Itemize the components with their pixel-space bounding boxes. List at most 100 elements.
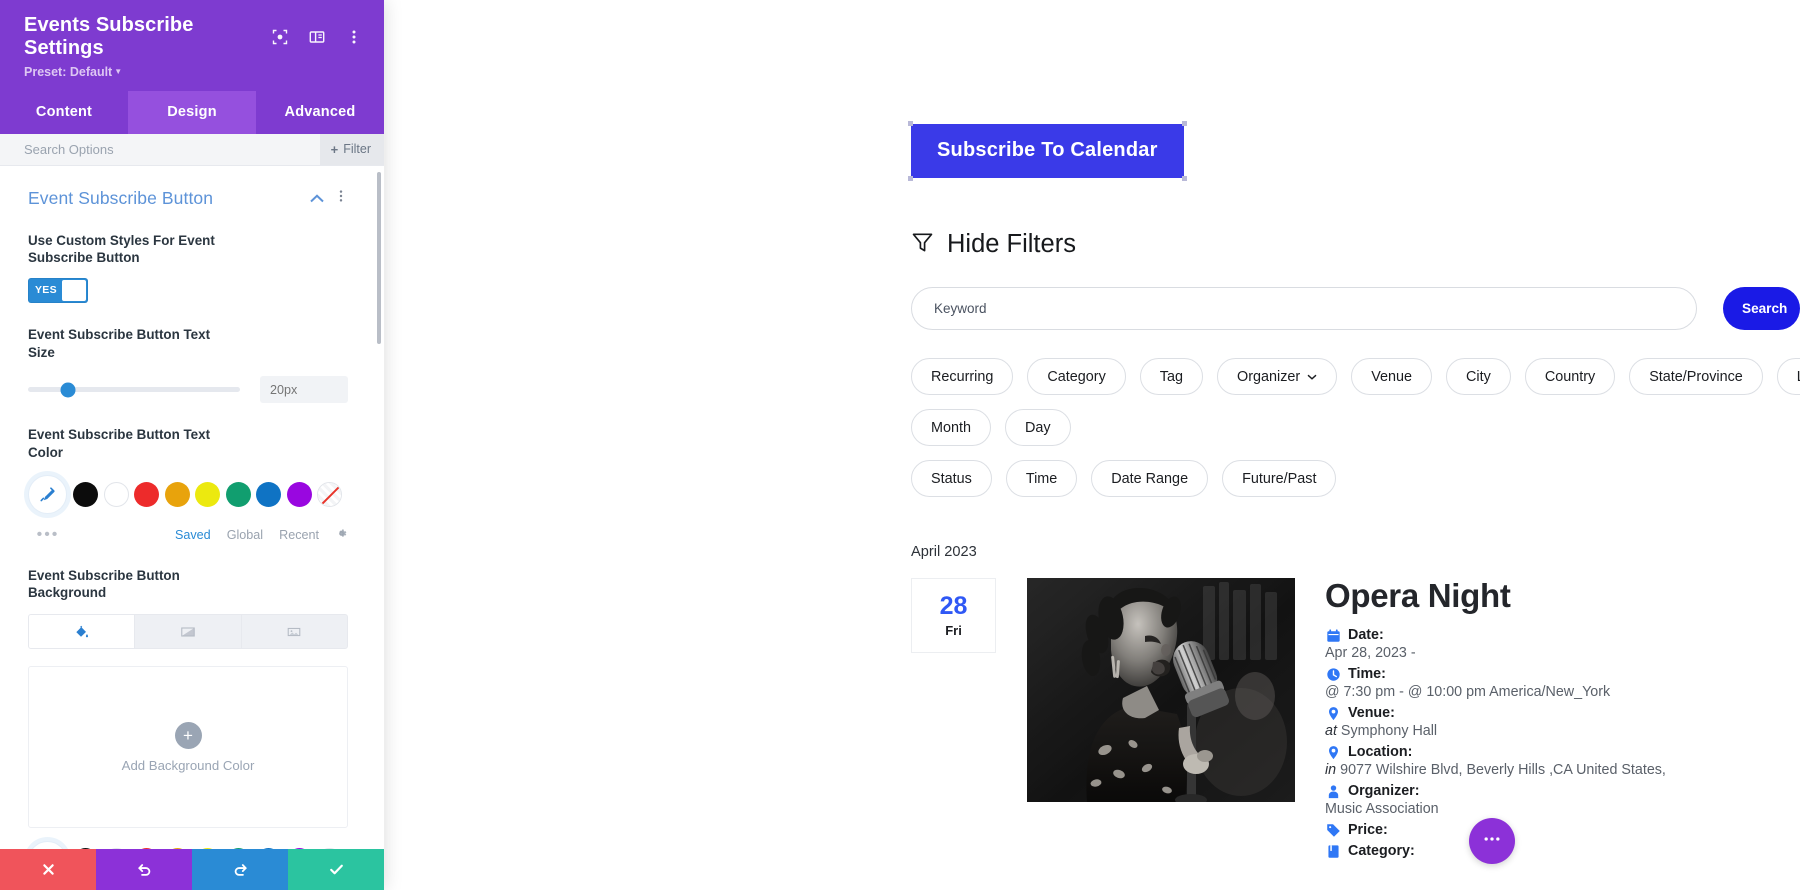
map-pin-icon [1325,705,1341,721]
pill-label: City [1466,368,1491,385]
toggle-knob [61,279,86,301]
swatch-yellow[interactable] [195,848,220,849]
palette-tab-saved[interactable]: Saved [175,528,211,542]
tab-design[interactable]: Design [128,91,256,134]
options-fab[interactable] [1469,818,1515,864]
swatch-transparent[interactable] [317,848,342,849]
selection-handle[interactable] [908,176,913,181]
chevron-down-icon [1307,372,1317,382]
section-menu-icon[interactable] [334,189,348,207]
filter-pill-status[interactable]: Status [911,460,992,497]
pill-label: Future/Past [1242,470,1317,487]
slider-handle[interactable] [60,382,76,398]
selection-handle[interactable] [1181,176,1187,181]
hide-filters-label: Hide Filters [947,230,1076,258]
eyedropper-icon[interactable] [28,474,67,514]
filter-pills-row-1: Recurring Category Tag Organizer Venue C… [911,358,1800,446]
swatch-yellow[interactable] [195,481,220,507]
more-vertical-icon[interactable] [345,29,362,46]
pill-label: Recurring [931,368,994,385]
swatch-orange[interactable] [164,848,190,849]
event-meta-key-venue: Venue: [1325,705,1800,721]
text-size-slider[interactable] [28,382,240,398]
add-background-color-button[interactable]: + Add Background Color [28,666,348,829]
filter-pill-state-province[interactable]: State/Province [1629,358,1763,395]
keyword-input[interactable] [911,287,1697,330]
event-thumbnail[interactable] [1027,578,1295,802]
chevron-up-icon[interactable] [310,192,324,206]
undo-button[interactable] [96,849,192,890]
palette-tab-global[interactable]: Global [227,528,263,542]
filter-pill-category[interactable]: Category [1027,358,1126,395]
swatch-green[interactable] [225,848,251,849]
filter-pill-tag[interactable]: Tag [1139,358,1203,395]
person-icon [1325,783,1341,799]
swatch-red[interactable] [134,848,159,849]
pill-label: Time [1025,470,1058,487]
filter-pill-future-past[interactable]: Future/Past [1222,460,1337,497]
paint-bucket-icon[interactable] [29,615,136,649]
filter-pill-time[interactable]: Time [1005,460,1078,497]
search-button[interactable]: Search [1723,287,1800,330]
palette-tab-recent[interactable]: Recent [279,528,319,542]
hide-filters-toggle[interactable]: Hide Filters [911,230,1800,259]
filter-pill-month[interactable]: Month [911,409,991,446]
tab-content[interactable]: Content [0,91,128,134]
event-list-item: 28 Fri Opera Night Date: Apr 28, 2023 - … [911,577,1800,859]
field-label: Use Custom Styles For Event Subscribe Bu… [28,232,215,266]
pill-label: Category [1047,368,1106,385]
plus-icon: + [330,141,339,157]
swatch-purple[interactable] [286,481,312,507]
selection-handle[interactable] [1181,121,1187,126]
focus-icon[interactable] [271,29,288,46]
palette-more-icon[interactable]: ••• [28,526,68,544]
gradient-icon[interactable] [135,615,242,649]
subscribe-to-calendar-button[interactable]: Subscribe To Calendar [911,124,1184,178]
custom-styles-toggle[interactable]: YES [28,277,88,303]
swatch-black[interactable] [73,848,98,849]
event-meta-value-date: Apr 28, 2023 - [1325,645,1416,662]
layout-columns-icon[interactable] [308,29,325,46]
swatch-transparent[interactable] [317,481,342,507]
selection-handle[interactable] [908,121,913,126]
swatch-blue[interactable] [256,481,281,507]
keyword-search-row: Search [911,287,1800,330]
gear-icon[interactable] [335,527,348,543]
filter-pill-country[interactable]: Country [1524,358,1616,395]
filter-pill-location[interactable]: Location [1776,358,1800,395]
search-input[interactable] [0,134,320,165]
preset-selector[interactable]: Preset: Default ▼ [24,65,362,79]
swatch-blue[interactable] [256,848,281,849]
field-label: Event Subscribe Button Text Size [28,326,211,360]
event-meta-value-organizer: Music Association [1325,801,1439,818]
filter-pill-recurring[interactable]: Recurring [911,358,1014,395]
event-meta-key: Time: [1348,666,1386,683]
swatch-white[interactable] [103,848,129,849]
cancel-button[interactable] [0,849,96,890]
swatch-orange[interactable] [164,481,190,507]
swatch-purple[interactable] [286,848,312,849]
filter-pill-date-range[interactable]: Date Range [1091,460,1209,497]
save-button[interactable] [288,849,384,890]
image-icon[interactable] [242,615,347,648]
swatch-black[interactable] [73,481,98,507]
swatch-green[interactable] [225,481,251,507]
filter-pill-city[interactable]: City [1446,358,1511,395]
event-meta-value-venue: at Symphony Hall [1325,723,1800,739]
field-label: Event Subscribe Button Text Color [28,427,211,461]
pill-label: Date Range [1111,470,1189,487]
event-date-box: 28 Fri [911,578,996,653]
filter-button[interactable]: + Filter [319,134,384,165]
swatch-white[interactable] [103,481,129,507]
sidebar-scrollbar[interactable] [377,171,381,344]
filter-pill-venue[interactable]: Venue [1351,358,1433,395]
event-meta-key: Price: [1348,822,1388,839]
text-size-value-input[interactable] [260,376,348,404]
eyedropper-icon[interactable] [28,841,67,849]
tab-advanced[interactable]: Advanced [256,91,384,134]
swatch-red[interactable] [134,481,159,507]
redo-button[interactable] [192,849,288,890]
event-meta-key-location: Location: [1325,744,1800,760]
filter-pill-day[interactable]: Day [1005,409,1071,446]
filter-pill-organizer[interactable]: Organizer [1217,358,1338,395]
